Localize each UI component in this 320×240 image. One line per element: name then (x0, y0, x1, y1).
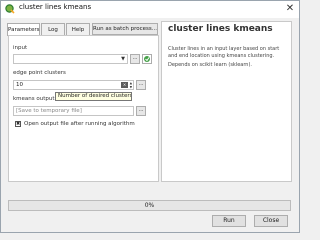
clear-icon[interactable]: × (121, 82, 128, 88)
tab-log[interactable]: Log (41, 23, 65, 35)
input-browse-button[interactable]: ... (130, 54, 140, 64)
iterate-icon[interactable] (142, 54, 152, 64)
kmeans-output-label: kmeans output (13, 96, 55, 102)
edge-point-clusters-input[interactable]: 10 × ▲ ▼ (13, 80, 134, 90)
chevron-down-icon: ▼ (121, 56, 125, 62)
help-dependency: Depends on scikit learn (sklearn). (168, 62, 253, 68)
edge-point-clusters-label: edge point clusters (13, 70, 66, 76)
help-title: cluster lines kmeans (168, 24, 273, 34)
input-combo[interactable]: ▼ (13, 54, 128, 64)
progress-text: 0% (144, 202, 155, 209)
close-window-icon[interactable]: ✕ (283, 2, 297, 16)
help-description: Cluster lines in an input layer based on… (168, 46, 280, 59)
edge-point-clusters-value: 10 (16, 82, 23, 88)
dialog-window: cluster lines kmeans ✕ Parameters Log He… (0, 0, 300, 233)
progress-bar: 0% (8, 200, 291, 211)
edge-point-clusters-button[interactable]: ... (136, 80, 146, 90)
run-button[interactable]: Run (212, 215, 246, 227)
parameters-panel: input ▼ ... edge point clusters 10 × ▲ ▼… (8, 35, 159, 182)
kmeans-output-browse-button[interactable]: ... (136, 106, 146, 116)
open-output-checkbox[interactable]: ✖ (15, 121, 21, 127)
tab-help[interactable]: Help (66, 23, 90, 35)
tooltip: Number of desired clusters (55, 92, 132, 101)
qgis-icon (5, 4, 15, 14)
open-output-label: Open output file after running algorithm (24, 121, 135, 127)
run-as-batch-button[interactable]: Run as batch process... (92, 23, 158, 35)
kmeans-output-field[interactable]: [Save to temporary file] (13, 106, 134, 116)
spin-down-icon[interactable]: ▼ (130, 85, 132, 89)
help-panel: cluster lines kmeans Cluster lines in an… (161, 21, 292, 182)
close-button[interactable]: Close (254, 215, 288, 227)
window-title: cluster lines kmeans (19, 3, 92, 11)
title-bar: cluster lines kmeans ✕ (1, 1, 299, 18)
input-label: input (13, 45, 28, 51)
kmeans-output-placeholder: [Save to temporary file] (16, 108, 82, 114)
